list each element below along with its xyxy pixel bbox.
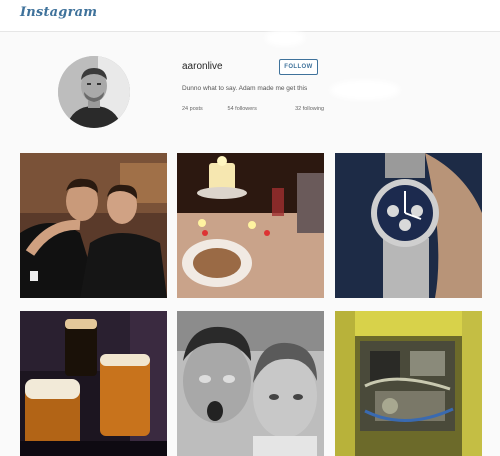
profile-avatar[interactable] [58, 56, 130, 128]
two-men-hugging-photo [20, 153, 167, 298]
candlelit-dinner-photo [177, 153, 324, 298]
two-men-selfie-photo [177, 311, 324, 456]
profile-username: aaronlive [182, 61, 223, 72]
beer-glasses-photo [20, 311, 167, 456]
follow-button[interactable]: FOLLOW [279, 59, 318, 75]
photo-tile-2[interactable] [177, 153, 324, 298]
followers-count[interactable]: 54 followers [228, 106, 294, 112]
photo-tile-3[interactable] [335, 153, 482, 298]
photo-tile-5[interactable] [177, 311, 324, 456]
photo-tile-4[interactable] [20, 311, 167, 456]
posts-count: 24 posts [182, 106, 203, 112]
luxury-watch-photo [335, 153, 482, 298]
photo-tile-6[interactable] [335, 311, 482, 456]
top-navigation-bar: Instagram [0, 0, 500, 32]
following-count[interactable]: 32 following [295, 106, 324, 112]
car-engine-photo [335, 311, 482, 456]
profile-stats: 24 posts 54 followers 32 following [182, 106, 324, 112]
instagram-logo[interactable]: Instagram [20, 5, 97, 20]
photo-tile-1[interactable] [20, 153, 167, 298]
profile-bio: Dunno what to say. Adam made me get this [182, 85, 308, 92]
